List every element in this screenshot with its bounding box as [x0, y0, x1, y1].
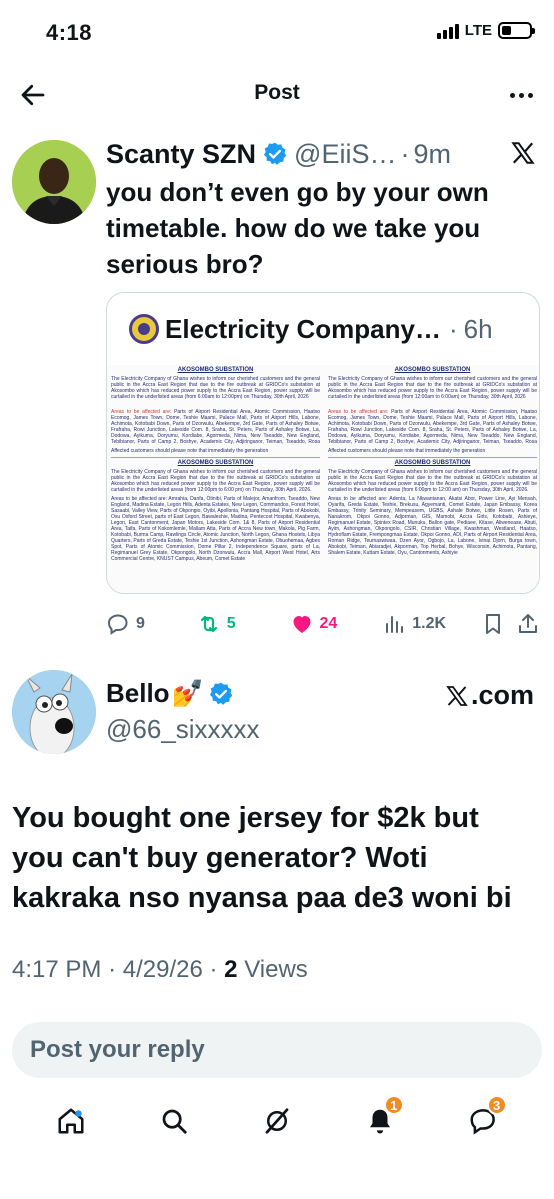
doc-paragraph: The Electricity Company of Ghana wishes …: [328, 376, 537, 400]
network-label: LTE: [464, 22, 492, 39]
doc-divider: [111, 457, 320, 458]
nav-grok[interactable]: [257, 1101, 297, 1141]
tweet-text: you don’t even go by your own timetable.…: [106, 177, 489, 279]
notice-column-left: AKOSOMBO SUBSTATION The Electricity Comp…: [111, 365, 320, 593]
nav-notifications[interactable]: 1: [360, 1095, 404, 1141]
views-button[interactable]: 1.2K: [382, 612, 481, 636]
search-icon: [162, 1109, 187, 1134]
quoted-tweet-body: Scanty SZN @EiiS… · 9m you don’t even go…: [106, 134, 546, 282]
doc-areas: Areas to be affected are: Amrahia, Danfa…: [111, 496, 320, 562]
x-logo-icon: [446, 685, 468, 706]
verified-badge-icon: [263, 142, 287, 165]
meta-separator: ·: [209, 956, 218, 983]
views-count: 1.2K: [412, 615, 447, 632]
separator: ·: [400, 138, 410, 169]
reply-count: 9: [136, 615, 145, 632]
avatar[interactable]: [12, 670, 96, 754]
status-time: 4:18: [46, 20, 93, 45]
attached-image[interactable]: AKOSOMBO SUBSTATION The Electricity Comp…: [107, 365, 539, 593]
nav-search[interactable]: [154, 1101, 194, 1141]
doc-heading: AKOSOMBO SUBSTATION: [394, 460, 471, 466]
reply-button[interactable]: 9: [106, 612, 197, 636]
bottom-nav: 1 3: [0, 1095, 554, 1146]
views-label: Views: [244, 956, 308, 983]
views-count: 2: [224, 956, 238, 983]
grok-icon: [265, 1108, 289, 1134]
repost-button[interactable]: 5: [197, 612, 290, 636]
post-author-name[interactable]: Bello 💅: [106, 678, 234, 709]
header: Post: [0, 68, 554, 120]
post-meta: 4:17 PM · 4/29/26 · 2 Views: [12, 956, 308, 984]
page-title: Post: [254, 81, 300, 104]
doc-heading: AKOSOMBO SUBSTATION: [394, 367, 471, 373]
quoted-tweet-header: Scanty SZN @EiiS… · 9m: [106, 134, 546, 174]
share-icon: [519, 614, 538, 633]
status-indicators: LTE: [436, 22, 535, 39]
card-account-name: Electricity Company…: [165, 313, 441, 344]
x-com-watermark: .com: [445, 680, 534, 711]
author-handle[interactable]: @EiiS…: [294, 139, 396, 170]
company-logo-icon: [129, 314, 159, 344]
views-chart-icon: [386, 616, 404, 633]
doc-heading: AKOSOMBO SUBSTATION: [177, 460, 254, 466]
doc-paragraph: The Electricity Company of Ghana wishes …: [111, 469, 320, 493]
verified-badge-icon: [209, 682, 233, 705]
author-name[interactable]: Scanty SZN: [106, 139, 256, 170]
card-header: Electricity Company… · 6h: [107, 293, 539, 365]
doc-note: Affected customers should please note th…: [111, 448, 269, 454]
repost-count: 5: [226, 615, 236, 632]
quoted-post-card[interactable]: Electricity Company… · 6h AKOSOMBO SUBST…: [106, 292, 540, 594]
repost-icon: [200, 615, 217, 633]
doc-divider: [328, 457, 537, 458]
nav-home[interactable]: [51, 1101, 91, 1141]
post-text: You bought one jersey for $2k but you ca…: [12, 802, 512, 914]
person-avatar-icon: [12, 140, 96, 224]
tweet-time: 9m: [413, 138, 451, 169]
heart-icon: [293, 616, 310, 633]
card-time: 6h: [463, 313, 493, 344]
post-author-handle[interactable]: @66_sixxxxx: [106, 714, 260, 745]
status-bar: 4:18 LTE: [0, 0, 554, 64]
avatar[interactable]: [12, 140, 96, 224]
messages-badge: 3: [486, 1095, 507, 1115]
reply-icon: [107, 614, 128, 635]
share-button[interactable]: [516, 612, 546, 636]
more-horizontal-icon: [509, 92, 515, 98]
nail-polish-emoji: 💅: [171, 678, 204, 708]
reply-input[interactable]: Post your reply: [12, 1022, 542, 1078]
bookmark-icon: [485, 614, 500, 634]
nav-messages[interactable]: 3: [463, 1095, 507, 1141]
like-button[interactable]: 24: [290, 612, 383, 636]
notice-column-right: AKOSOMBO SUBSTATION The Electricity Comp…: [328, 365, 537, 593]
like-count: 24: [319, 615, 338, 632]
tweet-actions: 9 5 24 1.2K: [106, 606, 546, 642]
meta-separator: ·: [108, 956, 117, 983]
doc-note: Affected customers should please note th…: [328, 448, 486, 454]
x-logo-icon: [511, 142, 535, 164]
doc-areas: Areas to be affected are: Parts of Airpo…: [328, 409, 537, 445]
notifications-badge: 1: [383, 1095, 404, 1115]
card-separator: ·: [448, 313, 458, 344]
doc-paragraph: The Electricity Company of Ghana wishes …: [328, 469, 537, 493]
cartoon-avatar-icon: [12, 670, 96, 754]
doc-areas: Areas to be affected are: Parts of Airpo…: [111, 409, 320, 445]
signal-icon: [436, 23, 459, 39]
doc-paragraph: The Electricity Company of Ghana wishes …: [111, 376, 320, 400]
post-time: 4:17 PM: [12, 956, 102, 983]
bookmark-button[interactable]: [481, 612, 517, 636]
home-icon: [58, 1108, 84, 1134]
doc-areas: Areas to be affected are: Adenta, La Nkw…: [328, 496, 537, 556]
post-date: 4/29/26: [122, 956, 203, 983]
battery-icon: [498, 22, 535, 39]
doc-heading: AKOSOMBO SUBSTATION: [177, 367, 254, 373]
more-button[interactable]: [506, 80, 536, 110]
